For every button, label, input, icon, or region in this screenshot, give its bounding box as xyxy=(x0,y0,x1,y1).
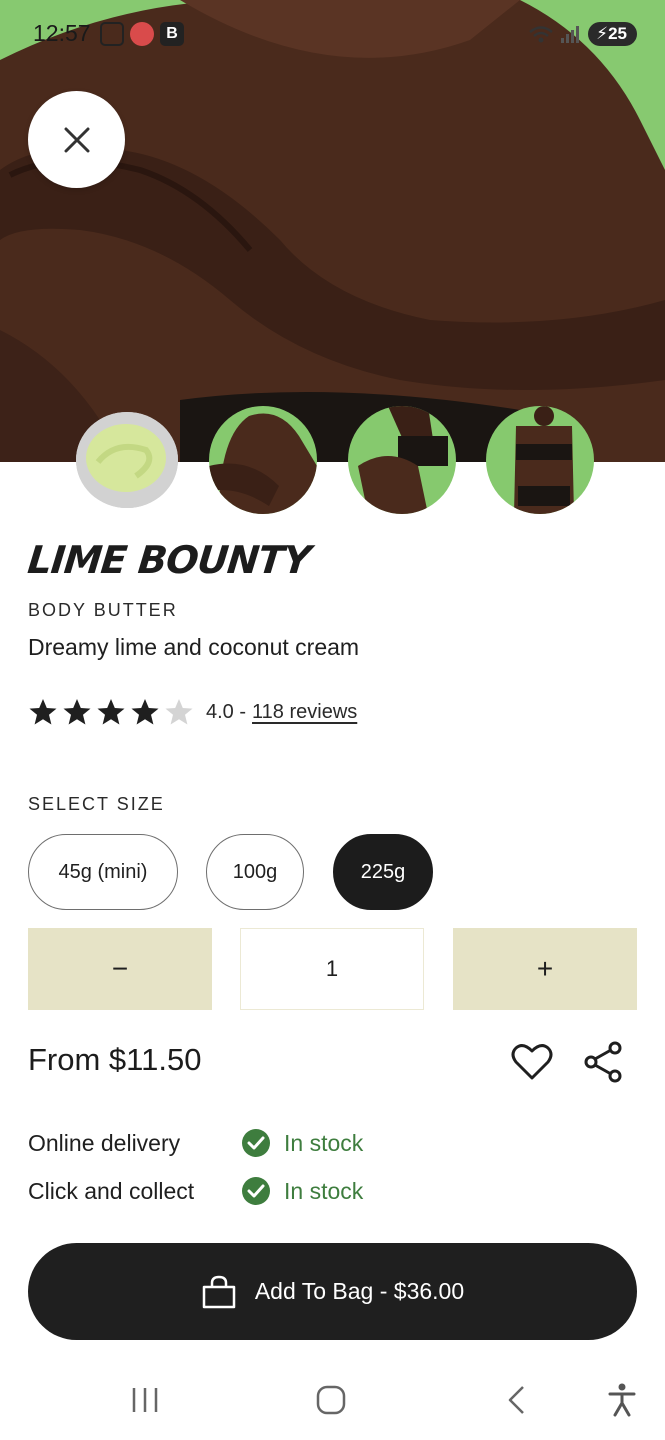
availability-status: In stock xyxy=(242,1177,363,1205)
model-torso-image xyxy=(486,406,594,514)
share-icon xyxy=(584,1041,622,1083)
home-icon xyxy=(316,1385,346,1415)
recents-button[interactable] xyxy=(120,1378,170,1422)
thumbnail-2[interactable] xyxy=(209,406,317,514)
status-bar: 12:57 B ⚡25 xyxy=(0,0,665,70)
image-thumbnails xyxy=(76,406,606,516)
accessibility-button[interactable] xyxy=(597,1378,647,1422)
star-filled-icon xyxy=(97,699,125,725)
lime-cream-product-image xyxy=(76,412,178,508)
heart-icon xyxy=(511,1044,553,1080)
availability-status-text: In stock xyxy=(284,1129,364,1156)
close-button[interactable] xyxy=(28,91,125,188)
system-navigation-bar xyxy=(0,1360,665,1440)
availability-collect: Click and collect In stock xyxy=(28,1173,363,1209)
quantity-input[interactable]: 1 xyxy=(240,928,424,1010)
model-legs-image xyxy=(348,406,456,514)
star-filled-icon xyxy=(63,699,91,725)
product-price: From $11.50 xyxy=(28,1042,202,1077)
notification-icons: B xyxy=(100,22,184,46)
product-title: LIME BOUNTY xyxy=(25,538,313,582)
star-empty-icon xyxy=(165,699,193,725)
availability-online: Online delivery In stock xyxy=(28,1125,363,1161)
battery-level: 25 xyxy=(608,24,627,43)
availability-status-text: In stock xyxy=(284,1177,364,1204)
thumbnail-3[interactable] xyxy=(348,406,456,514)
home-button[interactable] xyxy=(306,1378,356,1422)
reviews-link[interactable]: 118 reviews xyxy=(252,701,357,724)
check-circle-icon xyxy=(242,1177,270,1205)
quantity-increment-button[interactable]: + xyxy=(453,928,637,1010)
availability-label: Click and collect xyxy=(28,1177,195,1204)
status-right: ⚡25 xyxy=(528,22,637,46)
size-label: SELECT SIZE xyxy=(28,794,165,814)
star-rating xyxy=(28,697,194,727)
accessibility-icon xyxy=(608,1383,636,1417)
thumbnail-4[interactable] xyxy=(486,406,594,514)
size-option-225g[interactable]: 225g xyxy=(333,834,433,910)
quantity-decrement-button[interactable]: − xyxy=(28,928,212,1010)
shopping-bag-icon xyxy=(202,1275,236,1308)
availability-status: In stock xyxy=(242,1129,363,1157)
rating-row: 4.0 - 118 reviews xyxy=(28,694,357,730)
back-button[interactable] xyxy=(492,1378,542,1422)
size-option-100g[interactable]: 100g xyxy=(206,834,304,910)
back-icon xyxy=(508,1386,524,1414)
signal-icon xyxy=(561,26,580,43)
close-icon xyxy=(64,127,89,152)
recents-icon xyxy=(132,1388,158,1412)
wifi-icon xyxy=(529,26,553,43)
battery-indicator: ⚡25 xyxy=(588,22,637,46)
b-notification-icon: B xyxy=(160,22,184,46)
wishlist-button[interactable] xyxy=(510,1040,554,1084)
app-notification-icon xyxy=(130,22,154,46)
star-filled-icon xyxy=(29,699,57,725)
size-option-45g[interactable]: 45g (mini) xyxy=(28,834,178,910)
availability-label: Online delivery xyxy=(28,1129,181,1156)
check-circle-icon xyxy=(242,1129,270,1157)
add-to-bag-button[interactable]: Add To Bag - $36.00 xyxy=(28,1243,637,1340)
star-filled-icon xyxy=(131,699,159,725)
status-time: 12:57 xyxy=(33,20,91,46)
rating-value: 4.0 - xyxy=(206,700,247,723)
screenshot-icon xyxy=(100,22,124,46)
product-tagline: Dreamy lime and coconut cream xyxy=(28,634,360,660)
thumbnail-1[interactable] xyxy=(76,412,178,508)
product-category: BODY BUTTER xyxy=(28,600,178,620)
model-shoulder-image xyxy=(209,406,317,514)
add-to-bag-label: Add To Bag - $36.00 xyxy=(254,1278,465,1304)
share-button[interactable] xyxy=(582,1040,626,1084)
